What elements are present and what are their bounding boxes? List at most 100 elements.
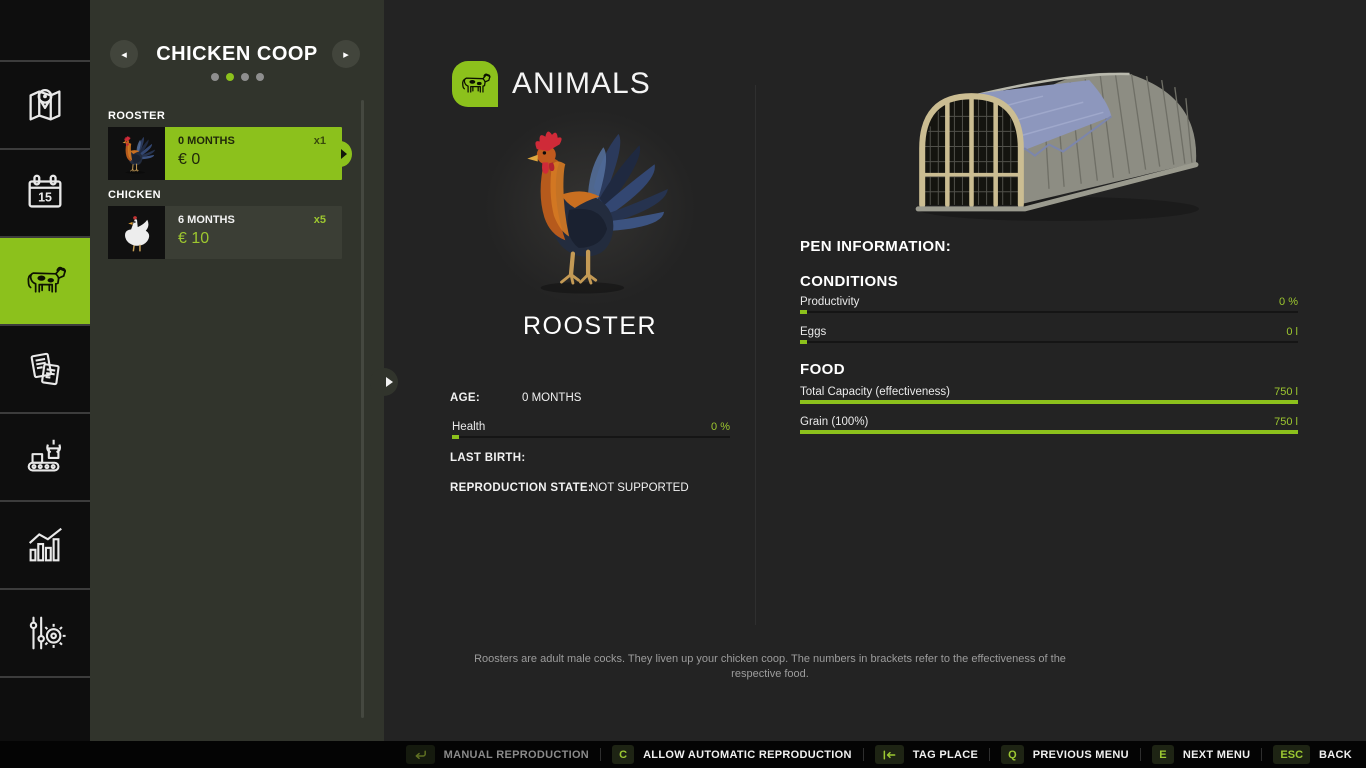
- esc-key: ESC: [1273, 745, 1310, 764]
- enter-icon: [413, 749, 428, 761]
- grain-bar: [800, 430, 1298, 434]
- chicken-thumb: [108, 206, 165, 259]
- bar-track: [452, 436, 730, 438]
- bar-fill: [800, 430, 1298, 434]
- bar-track: [800, 341, 1298, 343]
- animals-header-tile: [452, 61, 498, 107]
- sidebar-item-map[interactable]: [0, 62, 90, 148]
- arrow-right-icon: [386, 377, 393, 387]
- group-label-chicken: CHICKEN: [108, 189, 161, 201]
- sidebar-item-production[interactable]: [0, 414, 90, 500]
- item-count: x1: [314, 135, 326, 147]
- separator: [863, 748, 864, 761]
- item-price: € 0: [178, 151, 326, 169]
- action-allow-automatic-reproduction[interactable]: C ALLOW AUTOMATIC REPRODUCTION: [612, 745, 852, 764]
- action-label: TAG PLACE: [913, 749, 978, 761]
- health-label: Health: [452, 421, 485, 433]
- bar-fill: [800, 400, 1298, 404]
- action-previous-menu[interactable]: Q PREVIOUS MENU: [1001, 745, 1129, 764]
- food-label: Grain (100%): [800, 416, 868, 428]
- health-value: 0 %: [711, 421, 730, 433]
- main-content: ANIMALS ROOSTER AGE: 0 MONTHS Health 0 %…: [384, 0, 1366, 741]
- separator: [1261, 748, 1262, 761]
- item-price: € 10: [178, 230, 326, 248]
- page-dot[interactable]: [211, 73, 219, 81]
- action-next-menu[interactable]: E NEXT MENU: [1152, 745, 1250, 764]
- rail-filler: [0, 678, 90, 741]
- group-label-rooster: ROOSTER: [108, 110, 165, 122]
- settings-icon: [22, 610, 68, 656]
- food-value: 750 l: [1274, 386, 1298, 398]
- item-count: x5: [314, 214, 326, 226]
- next-pen-button[interactable]: ▸: [332, 40, 360, 68]
- rooster-icon: [115, 132, 159, 176]
- reproduction-label: REPRODUCTION STATE:: [450, 482, 592, 494]
- action-label: BACK: [1319, 749, 1352, 761]
- calendar-icon: 15: [22, 170, 68, 216]
- animal-portrait: [480, 106, 700, 310]
- action-tag-place[interactable]: TAG PLACE: [875, 745, 978, 764]
- action-label: NEXT MENU: [1183, 749, 1250, 761]
- action-manual-reproduction[interactable]: MANUAL REPRODUCTION: [406, 745, 589, 764]
- keybind-bar: MANUAL REPRODUCTION C ALLOW AUTOMATIC RE…: [0, 741, 1366, 768]
- rail-logo-area: [0, 0, 90, 60]
- page-title: ANIMALS: [512, 61, 651, 107]
- chicken-icon: [115, 211, 159, 255]
- conditions-heading: CONDITIONS: [800, 273, 898, 290]
- rooster-image: [495, 113, 685, 303]
- list-item-rooster[interactable]: 0 MONTHS x1 € 0: [108, 127, 342, 180]
- item-age: 0 MONTHS: [178, 135, 235, 147]
- productivity-bar: [800, 310, 1298, 314]
- list-item-info: 6 MONTHS x5 € 10: [165, 206, 342, 259]
- selected-item-bump: [328, 141, 352, 167]
- food-label: Total Capacity (effectiveness): [800, 386, 950, 398]
- age-label: AGE:: [450, 392, 480, 404]
- condition-label: Productivity: [800, 296, 859, 308]
- pen-info-heading: PEN INFORMATION:: [800, 238, 951, 255]
- last-birth-label: LAST BIRTH:: [450, 452, 525, 464]
- animal-name: ROOSTER: [450, 312, 730, 341]
- page-dot[interactable]: [256, 73, 264, 81]
- animals-icon: [458, 67, 492, 101]
- bar-track: [800, 311, 1298, 313]
- separator: [1140, 748, 1141, 761]
- arrow-right-icon: ▸: [343, 48, 349, 61]
- list-item-info: 0 MONTHS x1 € 0: [165, 127, 342, 180]
- sidebar-item-settings[interactable]: [0, 590, 90, 676]
- action-back[interactable]: ESC BACK: [1273, 745, 1352, 764]
- food-value: 750 l: [1274, 416, 1298, 428]
- item-age: 6 MONTHS: [178, 214, 235, 226]
- rooster-thumb: [108, 127, 165, 180]
- calendar-day-label: 15: [38, 191, 52, 205]
- contracts-icon: [22, 346, 68, 392]
- map-icon: [22, 82, 68, 128]
- list-scrollbar[interactable]: [361, 100, 364, 718]
- pen-image: [892, 55, 1204, 233]
- page-dot[interactable]: [226, 73, 234, 81]
- page-dot[interactable]: [241, 73, 249, 81]
- bar-fill: [800, 310, 807, 314]
- bar-fill: [800, 340, 807, 344]
- statistics-icon: [22, 522, 68, 568]
- sidebar-item-contracts[interactable]: [0, 326, 90, 412]
- animals-icon: [22, 258, 68, 304]
- tab-icon: [882, 749, 897, 761]
- action-label: MANUAL REPRODUCTION: [444, 749, 589, 761]
- separator: [600, 748, 601, 761]
- arrow-right-icon: [341, 149, 347, 159]
- panel-collapse-tab[interactable]: [370, 368, 398, 396]
- page-dots: [90, 73, 384, 81]
- age-value: 0 MONTHS: [522, 392, 581, 404]
- animals-screen: 15: [0, 0, 1366, 768]
- action-label: PREVIOUS MENU: [1033, 749, 1129, 761]
- sidebar-item-animals[interactable]: [0, 238, 90, 324]
- sidebar-item-calendar[interactable]: 15: [0, 150, 90, 236]
- eggs-bar: [800, 340, 1298, 344]
- sidebar-rail: 15: [0, 0, 90, 741]
- sidebar-item-statistics[interactable]: [0, 502, 90, 588]
- enter-key: [406, 745, 435, 764]
- action-label: ALLOW AUTOMATIC REPRODUCTION: [643, 749, 852, 761]
- animal-description: Roosters are adult male cocks. They live…: [450, 652, 1090, 683]
- list-item-chicken[interactable]: 6 MONTHS x5 € 10: [108, 206, 342, 259]
- total-capacity-bar: [800, 400, 1298, 404]
